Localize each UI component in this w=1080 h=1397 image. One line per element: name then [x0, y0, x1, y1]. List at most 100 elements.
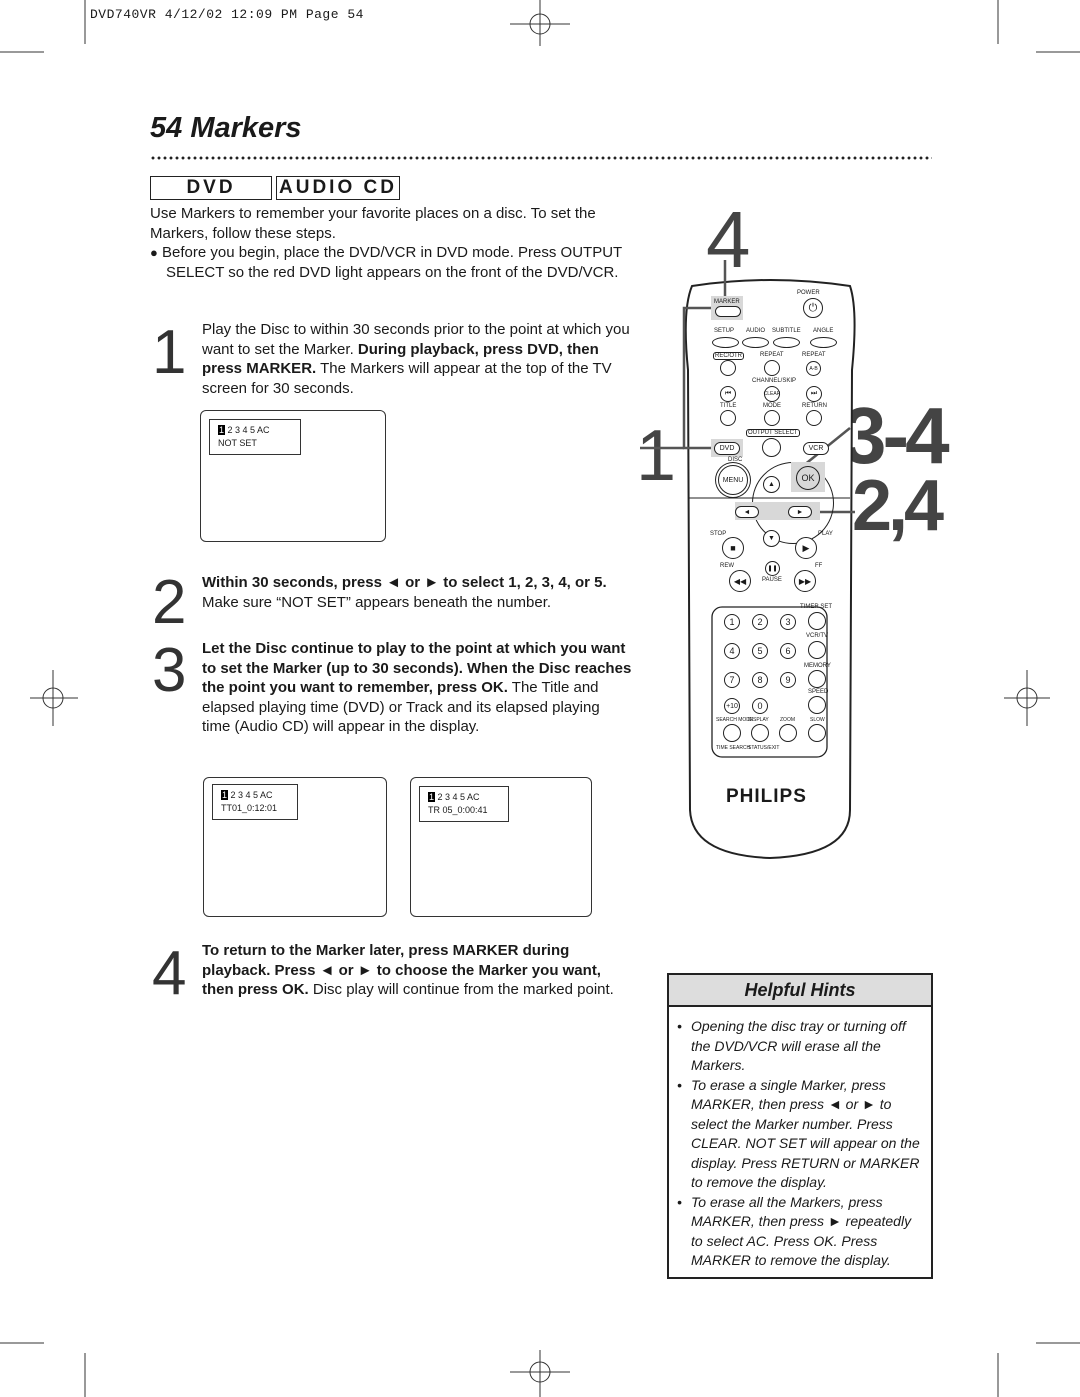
status-exit-label: STATUS/EXIT — [748, 745, 780, 751]
dotted-divider — [150, 156, 932, 160]
tv-screen: 1 2 3 4 5 AC NOT SET — [200, 410, 386, 542]
angle-button[interactable] — [810, 337, 837, 348]
rew-button[interactable]: ◀◀ — [729, 570, 751, 592]
disc-menu-button[interactable]: MENU — [718, 465, 748, 495]
digit-6-button[interactable]: 6 — [780, 643, 796, 659]
philips-logo: PHILIPS — [726, 786, 807, 807]
before-text-content: Before you begin, place the DVD/VCR in D… — [162, 244, 622, 281]
step-4-text: To return to the Marker later, press MAR… — [202, 941, 632, 1000]
tag-audio-cd: AUDIO CD — [276, 176, 400, 200]
selected-marker: 1 — [218, 425, 226, 435]
intro-text: Use Markers to remember your favorite pl… — [150, 205, 596, 242]
digit-7-button[interactable]: 7 — [724, 672, 740, 688]
clear-button[interactable]: CLEAR — [764, 386, 780, 402]
slow-label: SLOW — [810, 717, 825, 723]
up-button[interactable]: ▲ — [763, 476, 780, 493]
marker-list: 2 3 4 5 AC — [228, 790, 273, 800]
digit-0-button[interactable]: 0 — [752, 698, 768, 714]
skip-back-icon: ⏮ — [724, 390, 732, 397]
timer-set-button[interactable] — [808, 612, 826, 630]
zoom-label: ZOOM — [780, 717, 795, 723]
tv-screen: 1 2 3 4 5 AC TT01_0:12:01 — [203, 777, 387, 917]
zoom-button[interactable] — [779, 724, 797, 742]
dvd-button[interactable]: DVD — [714, 442, 740, 455]
skip-back-button[interactable]: ⏮ — [720, 386, 736, 402]
ff-label: FF — [815, 563, 823, 569]
speed-button[interactable] — [808, 696, 826, 714]
digit-2-button[interactable]: 2 — [752, 614, 768, 630]
step-2-text: Within 30 seconds, press ◄ or ► to selec… — [202, 573, 637, 612]
digit-5-button[interactable]: 5 — [752, 643, 768, 659]
channel-skip-label: CHANNEL/SKIP — [752, 378, 797, 384]
pause-button[interactable]: ❚❚ — [765, 561, 780, 576]
digit-1-button[interactable]: 1 — [724, 614, 740, 630]
stop-button[interactable]: ■ — [722, 537, 744, 559]
marker-display: 1 2 3 4 5 AC TT01_0:12:01 — [212, 784, 298, 820]
return-button[interactable] — [806, 410, 822, 426]
power-label: POWER — [797, 290, 820, 296]
vcr-button[interactable]: VCR — [803, 442, 829, 455]
digit-4-button[interactable]: 4 — [724, 643, 740, 659]
return-label: RETURN — [802, 403, 827, 409]
rec-otr-button[interactable] — [720, 360, 736, 376]
plus-10-button[interactable]: +10 — [724, 698, 740, 714]
page-title: 54 Markers — [150, 112, 302, 144]
rewind-icon: ◀◀ — [733, 576, 747, 586]
right-button[interactable]: ► — [788, 506, 812, 518]
ok-button[interactable]: OK — [796, 466, 820, 490]
marker-list: 2 3 4 5 AC — [225, 425, 270, 435]
fast-forward-icon: ▶▶ — [798, 576, 812, 586]
marker-list: 2 3 4 5 AC — [435, 792, 480, 802]
mode-button[interactable] — [764, 410, 780, 426]
tv-screen: 1 2 3 4 5 AC TR 05_0:00:41 — [410, 777, 592, 917]
display-label: DISPLAY — [748, 717, 769, 723]
rec-otr-label: REC/OTR — [713, 352, 744, 360]
hint-item: To erase a single Marker, press MARKER, … — [677, 1076, 923, 1193]
selected-marker: 1 — [428, 792, 436, 802]
marker-button[interactable] — [715, 306, 741, 317]
title-button[interactable] — [720, 410, 736, 426]
stop-label: STOP — [710, 531, 727, 537]
ff-button[interactable]: ▶▶ — [794, 570, 816, 592]
power-button[interactable]: ⏻ — [803, 298, 823, 318]
vcr-tv-button[interactable] — [808, 641, 826, 659]
search-mode-button[interactable] — [723, 724, 741, 742]
output-select-label: OUTPUT SELECT — [746, 429, 800, 437]
repeat-ab-button[interactable]: A-B — [806, 361, 821, 376]
skip-forward-button[interactable]: ⏭ — [806, 386, 822, 402]
manual-page: DVD740VR 4/12/02 12:09 PM Page 54 54 Mar… — [0, 0, 1080, 1397]
hints-title: Helpful Hints — [669, 975, 931, 1007]
audio-button[interactable] — [742, 337, 769, 348]
hints-list: Opening the disc tray or turning off the… — [669, 1017, 931, 1271]
step-3-text: Let the Disc continue to play to the poi… — [202, 639, 632, 737]
arrow-down-icon: ▼ — [768, 535, 775, 542]
display-button[interactable] — [751, 724, 769, 742]
timer-set-label: TIMER SET — [800, 604, 833, 610]
setup-button[interactable] — [712, 337, 739, 348]
setup-label: SETUP — [714, 328, 735, 334]
step-text: Make sure “NOT SET” appears beneath the … — [202, 593, 552, 611]
power-icon: ⏻ — [808, 301, 818, 314]
repeat-button[interactable] — [764, 360, 780, 376]
marker-track-time: TR 05_0:00:41 — [428, 805, 488, 815]
output-select-button[interactable] — [762, 438, 781, 457]
memory-label: MEMORY — [804, 663, 831, 669]
audio-label: AUDIO — [746, 328, 766, 334]
left-button[interactable]: ◄ — [735, 506, 759, 518]
time-search-label: TIME SEARCH — [716, 745, 751, 751]
memory-button[interactable] — [808, 670, 826, 688]
pause-icon: ❚❚ — [767, 566, 778, 572]
arrow-right-icon: ► — [796, 508, 804, 516]
vcr-tv-label: VCR/TV — [806, 633, 829, 639]
digit-3-button[interactable]: 3 — [780, 614, 796, 630]
play-button[interactable]: ▶ — [795, 537, 817, 559]
digit-9-button[interactable]: 9 — [780, 672, 796, 688]
play-icon: ▶ — [802, 542, 810, 553]
slow-button[interactable] — [808, 724, 826, 742]
marker-status: NOT SET — [218, 438, 257, 448]
marker-label: MARKER — [714, 299, 740, 305]
digit-8-button[interactable]: 8 — [752, 672, 768, 688]
subtitle-button[interactable] — [773, 337, 800, 348]
speed-label: SPEED — [808, 689, 829, 695]
down-button[interactable]: ▼ — [763, 530, 780, 547]
